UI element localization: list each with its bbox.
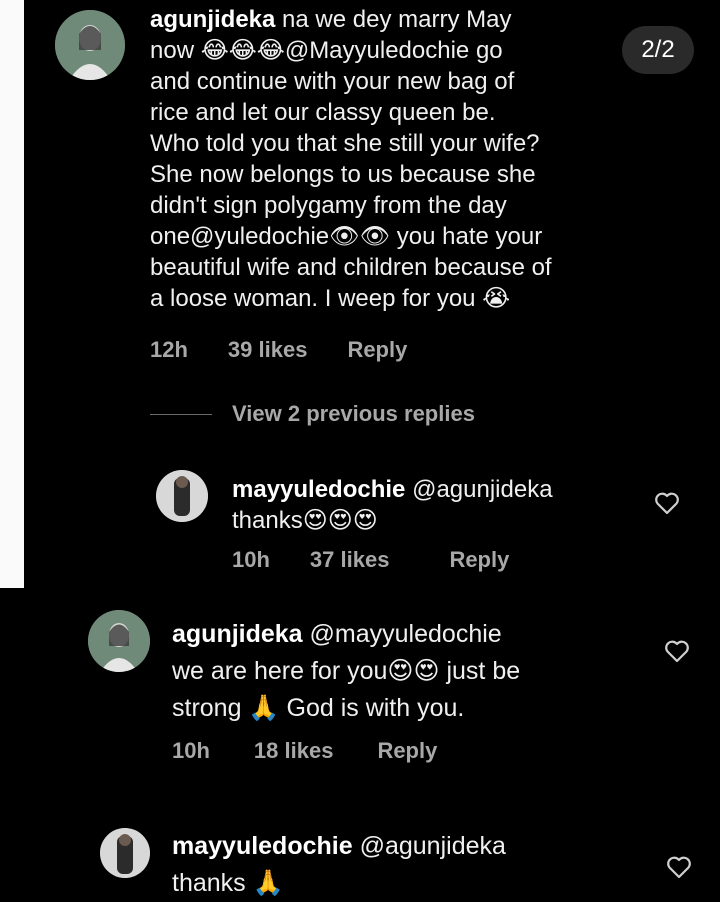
comment-line: a loose woman. I weep for you 😭: [150, 285, 511, 312]
comment-time: 12h: [150, 337, 188, 362]
comment-line: we are here for you😍😍 just be: [172, 657, 521, 685]
avatar[interactable]: [55, 10, 125, 80]
comment-line: one@yuledochie👁👁 you hate your: [150, 223, 543, 250]
comment-time: 10h: [172, 738, 210, 763]
comment-username[interactable]: mayyuledochie: [172, 832, 353, 860]
comment-text: agunjideka na we dey marry May now 😂😂😂@M…: [150, 4, 620, 314]
comment-text: mayyuledochie @agunjideka thanks😍😍😍: [232, 474, 632, 536]
comment-1: agunjideka na we dey marry May now 😂😂😂@M…: [150, 4, 620, 314]
avatar[interactable]: [156, 470, 208, 522]
user-avatar-icon: [156, 470, 208, 522]
comment-text: mayyuledochie @agunjideka thanks 🙏: [172, 828, 632, 902]
comment-username[interactable]: agunjideka: [150, 6, 275, 33]
comment-username[interactable]: agunjideka: [172, 620, 303, 648]
comment-likes[interactable]: 18 likes: [254, 738, 334, 764]
page-indicator-badge: 2/2: [622, 26, 694, 74]
comment-line: and continue with your new bag of: [150, 68, 515, 95]
like-button[interactable]: [664, 639, 690, 663]
reply-button[interactable]: Reply: [377, 738, 437, 764]
heart-outline-icon: [667, 856, 691, 879]
comment-mention[interactable]: @mayyuledochie: [310, 620, 502, 648]
user-avatar-icon: [88, 610, 150, 672]
reply-button[interactable]: Reply: [347, 337, 407, 363]
comment-3: agunjideka @mayyuledochie we are here fo…: [172, 616, 632, 727]
comment-likes[interactable]: 39 likes: [228, 337, 308, 363]
avatar[interactable]: [88, 610, 150, 672]
user-avatar-icon: [100, 828, 150, 878]
reply-button[interactable]: Reply: [449, 547, 509, 573]
comment-body: thanks 🙏: [172, 869, 284, 897]
comment-4: mayyuledochie @agunjideka thanks 🙏: [172, 828, 632, 902]
avatar[interactable]: [100, 828, 150, 878]
comment-body: thanks😍😍😍: [232, 507, 378, 534]
comment-meta: 10h 37 likes Reply: [232, 547, 509, 573]
left-edge-panel: [0, 0, 24, 588]
comment-line: She now belongs to us because she: [150, 161, 536, 188]
comment-text: agunjideka @mayyuledochie we are here fo…: [172, 616, 632, 727]
comment-time: 10h: [232, 547, 270, 572]
heart-outline-icon: [655, 492, 679, 515]
comment-likes[interactable]: 37 likes: [310, 547, 390, 573]
like-button[interactable]: [666, 855, 692, 879]
comment-username[interactable]: mayyuledochie: [232, 476, 405, 503]
comment-line: now 😂😂😂@Mayyuledochie go: [150, 37, 503, 64]
comment-line: rice and let our classy queen be.: [150, 99, 496, 126]
comment-mention[interactable]: @agunjideka: [360, 832, 506, 860]
comment-line: na we dey marry May: [282, 6, 512, 33]
user-avatar-icon: [55, 10, 125, 80]
heart-outline-icon: [665, 640, 689, 663]
comment-mention[interactable]: @agunjideka: [412, 476, 552, 503]
comment-line: Who told you that she still your wife?: [150, 130, 540, 157]
like-button[interactable]: [654, 491, 680, 515]
comment-2: mayyuledochie @agunjideka thanks😍😍😍: [232, 474, 632, 536]
comment-line: strong 🙏 God is with you.: [172, 694, 465, 722]
view-previous-replies-link[interactable]: View 2 previous replies: [232, 401, 475, 427]
comment-line: beautiful wife and children because of: [150, 254, 552, 281]
comment-meta: 10h 18 likes Reply: [172, 738, 437, 764]
replies-divider: [150, 414, 212, 415]
comment-meta: 12h 39 likes Reply: [150, 337, 407, 363]
comment-line: didn't sign polygamy from the day: [150, 192, 507, 219]
